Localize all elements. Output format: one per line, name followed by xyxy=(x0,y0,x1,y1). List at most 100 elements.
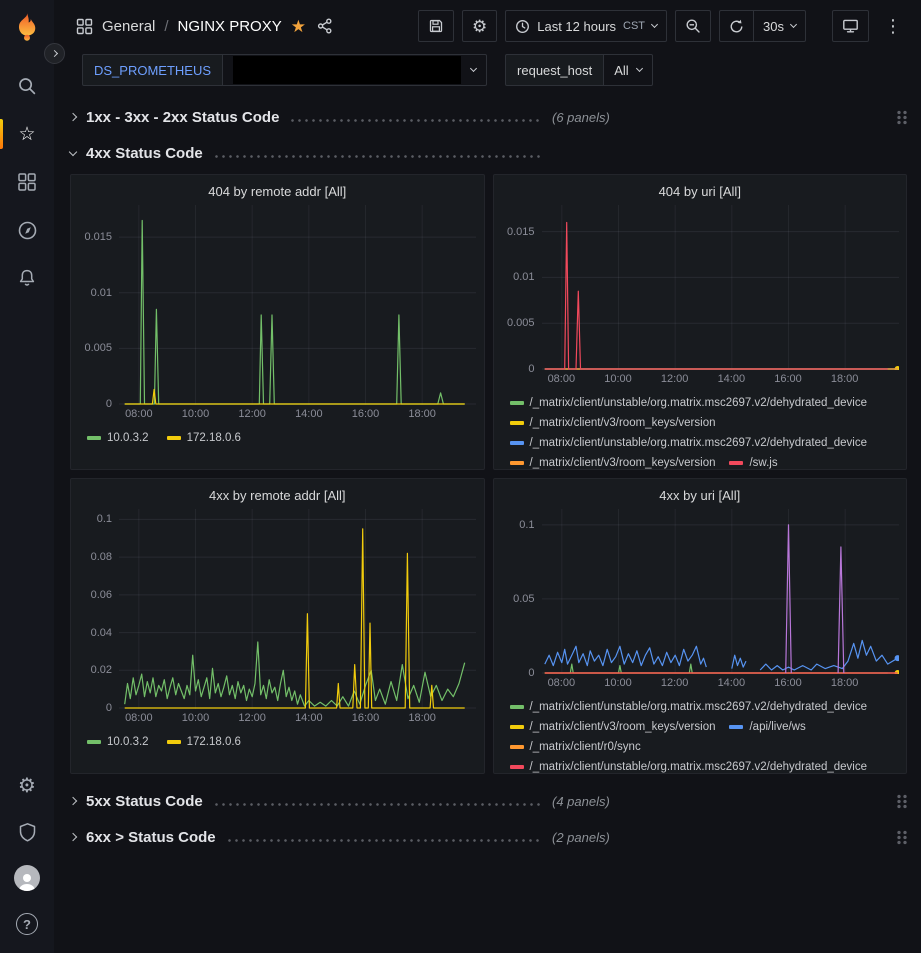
row-5xx[interactable]: 5xx Status Code (4 panels) xyxy=(70,786,907,816)
navbar: General / NGINX PROXY ★ xyxy=(54,0,921,52)
legend-item[interactable]: /_matrix/client/unstable/org.matrix.msc2… xyxy=(510,757,868,774)
grafana-logo[interactable] xyxy=(8,8,46,46)
chevron-right-icon xyxy=(69,797,77,805)
legend-item[interactable]: /_matrix/client/unstable/org.matrix.msc2… xyxy=(510,433,868,453)
legend-item[interactable]: /sw.js xyxy=(729,453,777,470)
dotted-leader xyxy=(226,839,540,842)
row-4xx[interactable]: 4xx Status Code xyxy=(70,138,907,168)
request-host-variable-label: request_host xyxy=(505,54,604,86)
x-axis-label: 14:00 xyxy=(718,373,746,385)
legend-item[interactable]: /_matrix/client/r0/sync xyxy=(510,737,641,757)
datasource-variable-value[interactable] xyxy=(223,54,487,86)
search-icon xyxy=(17,76,37,96)
legend-item[interactable]: /_matrix/client/unstable/org.matrix.msc2… xyxy=(510,393,868,413)
sidebar-item-starred[interactable]: ☆ xyxy=(0,110,54,158)
legend-item[interactable]: 10.0.3.2 xyxy=(87,428,149,448)
panel-title[interactable]: 4xx by remote addr [All] xyxy=(79,485,476,509)
monitor-icon xyxy=(842,18,859,34)
redacted-value xyxy=(233,56,461,84)
row-drag-handle[interactable] xyxy=(896,794,907,809)
legend: 10.0.3.2 172.18.0.6 xyxy=(87,732,474,752)
axis-corner xyxy=(79,709,119,727)
chart-svg xyxy=(542,509,899,674)
x-axis-label: 18:00 xyxy=(408,408,436,420)
x-axis-label: 12:00 xyxy=(661,677,689,689)
dashboard-settings-button[interactable]: ⚙ xyxy=(462,10,497,42)
legend-item[interactable]: /_matrix/client/v3/room_keys/version xyxy=(510,453,716,470)
time-range-picker[interactable]: Last 12 hours CST xyxy=(505,10,667,42)
x-axis-label: 18:00 xyxy=(831,677,859,689)
sidebar-item-explore[interactable] xyxy=(0,206,54,254)
sidebar-nav: ☆ xyxy=(0,62,54,302)
breadcrumb-folder[interactable]: General xyxy=(102,18,155,35)
legend-item[interactable]: 172.18.0.6 xyxy=(167,732,241,752)
row-drag-handle[interactable] xyxy=(896,830,907,845)
time-range-label: Last 12 hours xyxy=(537,19,616,34)
x-axis: 08:0010:0012:0014:0016:0018:00 xyxy=(542,370,899,388)
x-axis: 08:0010:0012:0014:0016:0018:00 xyxy=(542,674,899,692)
legend-item[interactable]: /_matrix/client/unstable/org.matrix.msc2… xyxy=(510,697,868,717)
variables-bar: DS_PROMETHEUS request_host All xyxy=(54,52,921,96)
dashboards-grid-icon xyxy=(17,172,37,192)
legend-series-marker xyxy=(167,436,181,440)
sidebar-item-dashboards[interactable] xyxy=(0,158,54,206)
row-panel-count: (6 panels) xyxy=(552,110,610,125)
save-dashboard-button[interactable] xyxy=(418,10,454,42)
legend-item[interactable]: 172.18.0.6 xyxy=(167,428,241,448)
zoom-out-button[interactable] xyxy=(675,10,711,42)
save-icon xyxy=(428,18,444,34)
sidebar-expand-button[interactable] xyxy=(44,43,65,64)
panel-title[interactable]: 404 by remote addr [All] xyxy=(79,181,476,205)
refresh-button[interactable] xyxy=(719,10,753,42)
y-axis-label: 0.005 xyxy=(84,342,112,354)
legend: 10.0.3.2 172.18.0.6 xyxy=(87,428,474,448)
share-icon[interactable] xyxy=(317,18,333,34)
y-axis: 00.020.040.060.080.1 xyxy=(79,509,119,709)
legend-item[interactable]: 10.0.3.2 xyxy=(87,732,149,752)
y-axis-label: 0.015 xyxy=(507,226,535,238)
sidebar-item-search[interactable] xyxy=(0,62,54,110)
panel-title[interactable]: 4xx by uri [All] xyxy=(502,485,899,509)
chevron-down-icon xyxy=(636,65,643,72)
dashboard-title[interactable]: NGINX PROXY xyxy=(178,18,282,35)
refresh-icon xyxy=(729,19,744,34)
breadcrumb: General / NGINX PROXY ★ xyxy=(76,18,333,35)
sidebar-item-alerting[interactable] xyxy=(0,254,54,302)
axis-corner xyxy=(502,370,542,388)
row-title: 6xx > Status Code xyxy=(86,829,216,846)
favorite-star-icon[interactable]: ★ xyxy=(291,18,306,35)
legend-item[interactable]: /_matrix/client/v3/room_keys/version xyxy=(510,717,716,737)
sidebar-item-profile[interactable] xyxy=(0,855,54,901)
row-1xx-3xx-2xx[interactable]: 1xx - 3xx - 2xx Status Code (6 panels) xyxy=(70,102,907,132)
more-options-kebab[interactable]: ⋮ xyxy=(877,10,909,42)
legend: /_matrix/client/unstable/org.matrix.msc2… xyxy=(510,393,897,470)
y-axis-label: 0.02 xyxy=(91,664,112,676)
legend-series-label: 10.0.3.2 xyxy=(107,736,149,748)
sidebar-item-configuration[interactable]: ⚙ xyxy=(0,763,54,809)
chevron-down-icon xyxy=(651,21,658,28)
row-6xx[interactable]: 6xx > Status Code (2 panels) xyxy=(70,822,907,852)
x-axis-label: 14:00 xyxy=(295,712,323,724)
panel-title[interactable]: 404 by uri [All] xyxy=(502,181,899,205)
row-panel-count: (2 panels) xyxy=(552,830,610,845)
dashboard-content: 1xx - 3xx - 2xx Status Code (6 panels) 4… xyxy=(54,96,921,953)
row-drag-handle[interactable] xyxy=(896,110,907,125)
sidebar-item-help[interactable]: ? xyxy=(0,901,54,947)
x-axis-label: 14:00 xyxy=(718,677,746,689)
y-axis-label: 0 xyxy=(106,702,112,714)
legend-series-label: /_matrix/client/unstable/org.matrix.msc2… xyxy=(530,437,868,449)
refresh-interval-dropdown[interactable]: 30s xyxy=(753,10,806,42)
legend-series-marker xyxy=(510,705,524,709)
request-host-variable-value[interactable]: All xyxy=(604,54,652,86)
x-axis-label: 08:00 xyxy=(548,677,576,689)
row-title: 4xx Status Code xyxy=(86,145,203,162)
row-title: 5xx Status Code xyxy=(86,793,203,810)
sidebar-item-server-admin[interactable] xyxy=(0,809,54,855)
legend-item[interactable]: /api/live/ws xyxy=(729,717,805,737)
x-axis-label: 10:00 xyxy=(604,677,632,689)
x-axis-label: 10:00 xyxy=(182,712,210,724)
panel-1: 404 by remote addr [All]00.0050.010.0150… xyxy=(70,174,485,470)
legend-series-label: /_matrix/client/v3/room_keys/version xyxy=(530,721,716,733)
legend-item[interactable]: /_matrix/client/v3/room_keys/version xyxy=(510,413,716,433)
tv-mode-button[interactable] xyxy=(832,10,869,42)
